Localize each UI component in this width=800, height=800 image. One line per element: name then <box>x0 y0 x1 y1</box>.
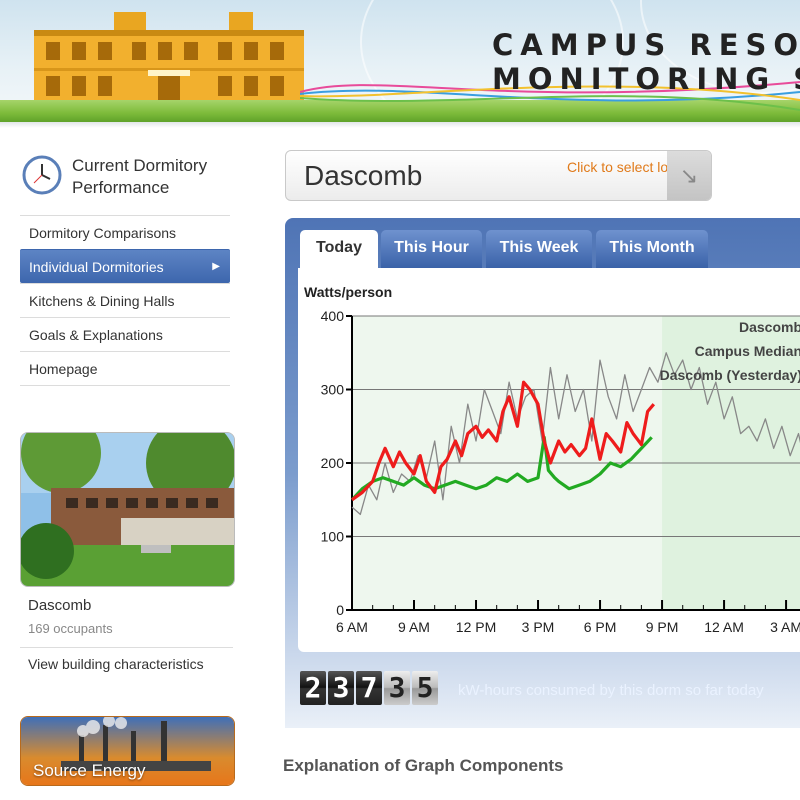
arrow-down-right-icon: ↘ <box>667 151 711 200</box>
counter-digit: 3 <box>328 671 354 705</box>
site-header: CAMPUS RESOURCE MONITORING SYSTEM <box>0 0 800 122</box>
counter-digit: 2 <box>300 671 326 705</box>
sidebar-nav: Dormitory Comparisons Individual Dormito… <box>20 215 230 386</box>
tab-today[interactable]: Today <box>300 230 378 270</box>
site-title-line2: MONITORING SYSTEM <box>492 62 800 96</box>
counter-digit: 7 <box>356 671 382 705</box>
location-selector[interactable]: Dascomb Click to select location ↘ <box>285 150 712 201</box>
nav-label: Dormitory Comparisons <box>29 225 177 241</box>
tab-this-hour[interactable]: This Hour <box>381 230 482 268</box>
header-divider <box>0 122 800 128</box>
counter-decimal-digit: 3 <box>384 671 410 705</box>
x-tick-label: 9 PM <box>646 619 679 635</box>
tab-this-week[interactable]: This Week <box>486 230 592 268</box>
sidebar-title: Current Dormitory Performance <box>72 156 208 197</box>
power-usage-chart: 0 100 200 300 400 6 AM 9 AM 12 PM 3 PM 6 PM 9 PM 12… <box>321 308 800 635</box>
view-building-characteristics-link[interactable]: View building characteristics <box>28 656 204 672</box>
nav-label: Homepage <box>29 361 98 377</box>
y-tick-label: 0 <box>336 602 344 618</box>
x-tick-label: 6 AM <box>336 619 368 635</box>
x-tick-label: 12 AM <box>704 619 744 635</box>
tab-this-month[interactable]: This Month <box>596 230 708 268</box>
counter-decimal-digit: 5 <box>412 671 438 705</box>
dormitory-building-illustration <box>34 12 304 110</box>
source-energy-button[interactable]: Source Energy <box>20 716 235 786</box>
nav-dormitory-comparisons[interactable]: Dormitory Comparisons <box>20 215 230 249</box>
source-energy-label: Source Energy <box>33 761 146 780</box>
nav-label: Goals & Explanations <box>29 327 163 343</box>
legend-entry: Dascomb <box>739 319 800 335</box>
building-occupants: 169 occupants <box>28 621 113 636</box>
legend-entry: Campus Median <box>695 343 800 359</box>
x-tick-label: 9 AM <box>398 619 430 635</box>
nav-individual-dormitories[interactable]: Individual Dormitories ▶ <box>20 249 230 283</box>
location-name: Dascomb <box>304 160 423 191</box>
building-photo <box>20 432 235 587</box>
clock-icon <box>22 155 62 195</box>
kwh-counter: 2 3 7 3 5 <box>300 671 438 707</box>
y-tick-label: 100 <box>321 529 345 545</box>
sidebar-divider <box>20 647 233 648</box>
y-axis-label: Watts/person <box>304 284 393 300</box>
chevron-right-icon: ▶ <box>212 261 220 272</box>
nav-homepage[interactable]: Homepage <box>20 351 230 385</box>
x-tick-label: 6 PM <box>584 619 617 635</box>
sidebar-heading: Current Dormitory Performance <box>22 155 237 205</box>
x-tick-label: 12 PM <box>456 619 496 635</box>
y-tick-label: 300 <box>321 382 345 398</box>
nav-label: Individual Dormitories <box>29 259 164 275</box>
site-title-line1: CAMPUS RESOURCE <box>492 28 800 62</box>
y-tick-label: 400 <box>321 308 345 324</box>
counter-label: kW-hours consumed by this dorm so far to… <box>458 682 764 699</box>
x-tick-label: 3 PM <box>522 619 555 635</box>
y-tick-label: 200 <box>321 455 345 471</box>
explanation-heading: Explanation of Graph Components <box>283 756 564 775</box>
legend-entry: Dascomb (Yesterday) <box>660 367 800 383</box>
building-name: Dascomb <box>28 597 92 614</box>
nav-goals-explanations[interactable]: Goals & Explanations <box>20 317 230 351</box>
nav-kitchens-dining-halls[interactable]: Kitchens & Dining Halls <box>20 283 230 317</box>
x-tick-label: 3 AM <box>770 619 800 635</box>
nav-label: Kitchens & Dining Halls <box>29 293 175 309</box>
